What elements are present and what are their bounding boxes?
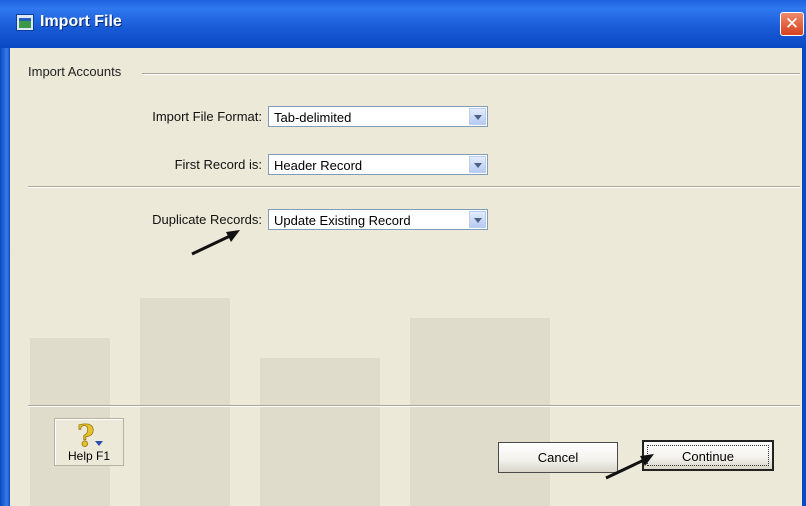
help-question-icon: ?	[77, 421, 103, 449]
left-window-border	[0, 48, 10, 506]
title-bar[interactable]: Import File ✕	[0, 0, 806, 48]
background-watermark	[30, 298, 550, 506]
first-record-value: Header Record	[274, 158, 363, 173]
svg-text:?: ?	[77, 421, 95, 449]
close-icon[interactable]: ✕	[780, 12, 804, 36]
duplicate-records-value: Update Existing Record	[274, 213, 411, 228]
window-title: Import File	[40, 13, 122, 30]
right-window-border	[802, 48, 806, 506]
help-button[interactable]: ? Help F1	[54, 418, 124, 466]
import-file-format-select[interactable]: Tab-delimited	[268, 106, 488, 127]
footer-divider	[28, 405, 800, 407]
group-divider	[142, 73, 800, 75]
first-record-select[interactable]: Header Record	[268, 154, 488, 175]
dropdown-arrow-icon[interactable]	[469, 156, 486, 173]
window-app-icon	[16, 14, 34, 31]
continue-button[interactable]: Continue	[642, 440, 774, 471]
import-file-format-label: Import File Format:	[152, 109, 262, 124]
help-button-label: Help F1	[67, 449, 111, 463]
group-label-import-accounts: Import Accounts	[28, 64, 122, 79]
cancel-button-label: Cancel	[537, 450, 579, 465]
first-record-label: First Record is:	[174, 157, 262, 172]
duplicate-records-label: Duplicate Records:	[152, 212, 262, 227]
import-file-format-value: Tab-delimited	[274, 110, 352, 125]
cancel-button[interactable]: Cancel	[498, 442, 618, 473]
dropdown-arrow-icon[interactable]	[469, 211, 486, 228]
section-divider	[28, 186, 800, 188]
dropdown-arrow-icon[interactable]	[469, 108, 486, 125]
import-file-dialog: Import File ✕ Import Accounts Import Fil…	[0, 0, 806, 506]
duplicate-records-select[interactable]: Update Existing Record	[268, 209, 488, 230]
continue-button-label: Continue	[681, 449, 735, 464]
